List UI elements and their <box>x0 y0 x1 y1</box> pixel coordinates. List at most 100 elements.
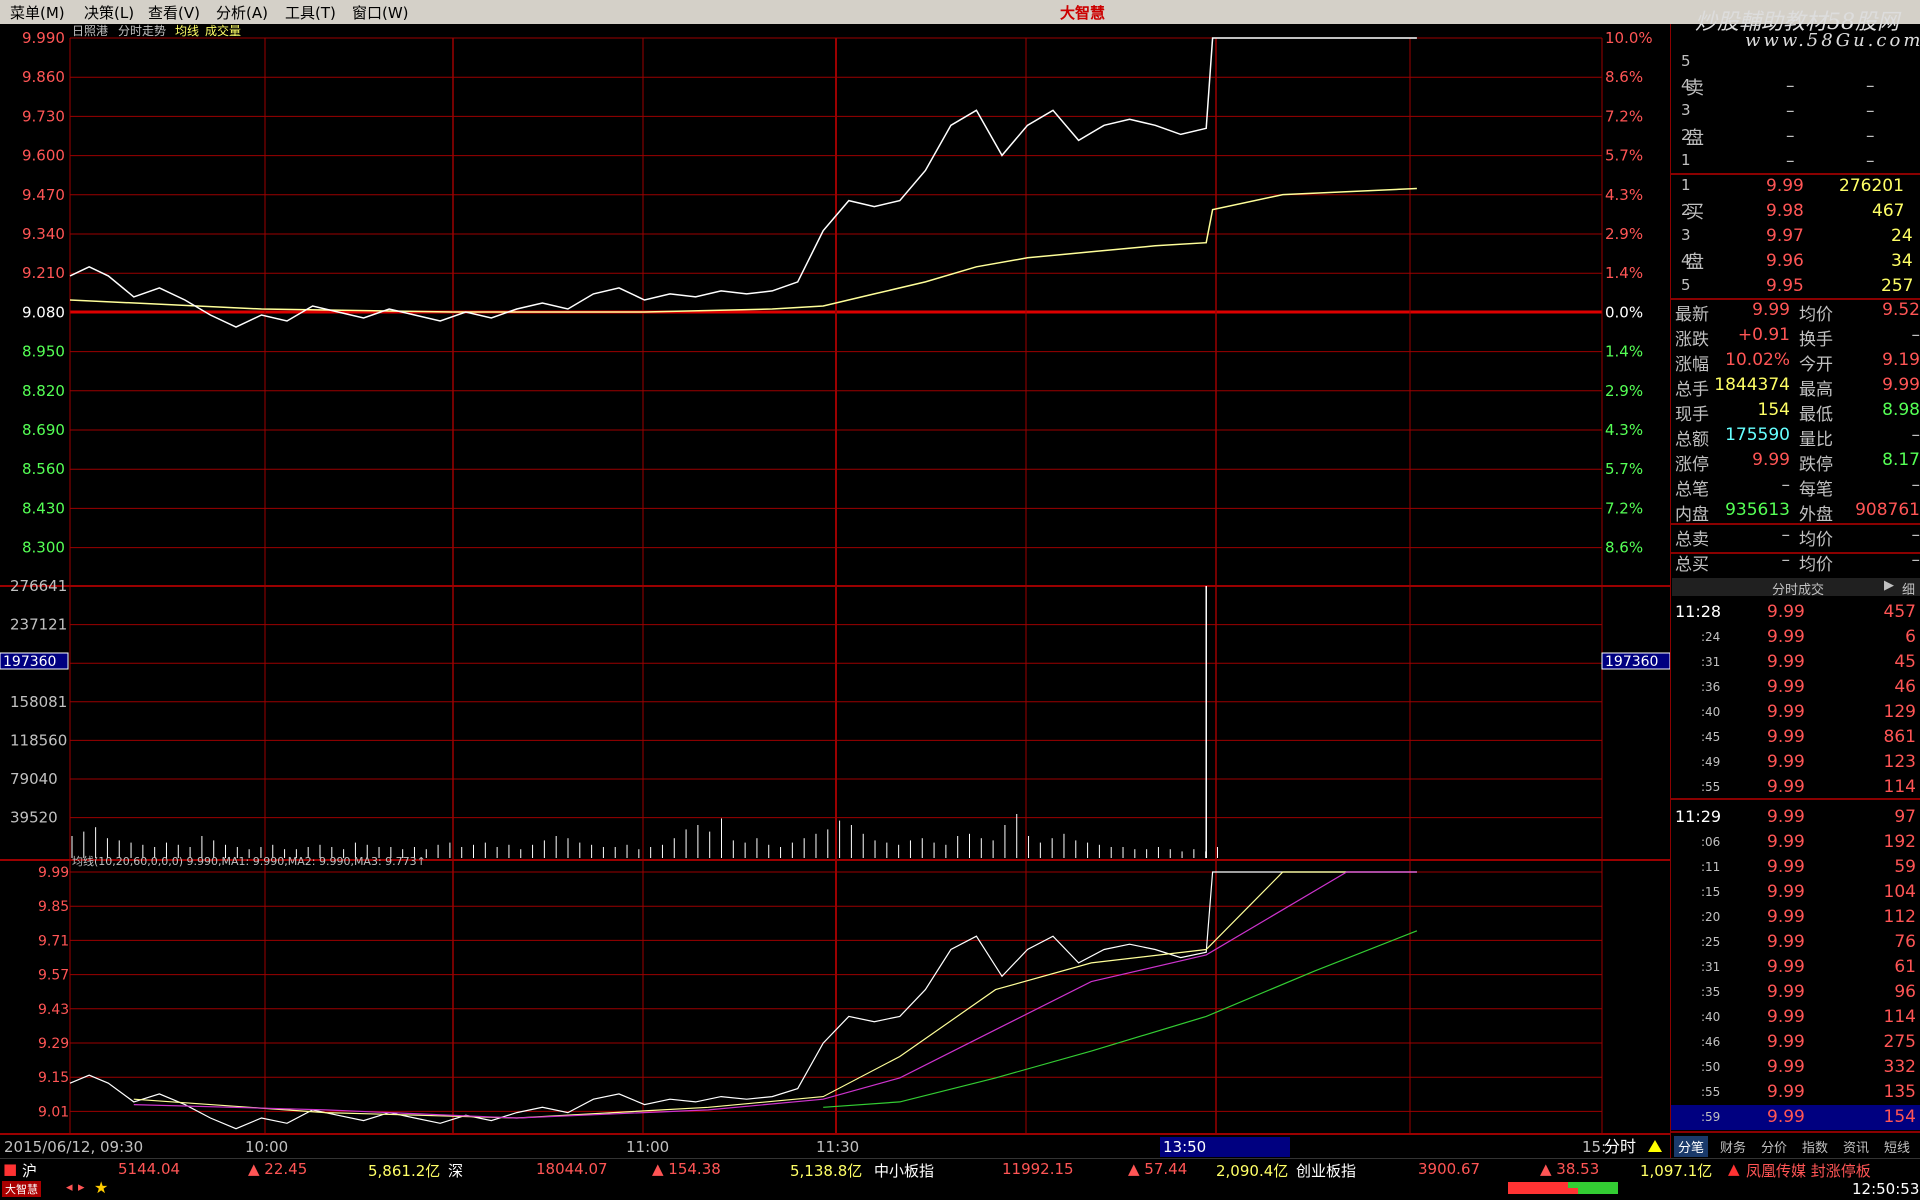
volume-axis-label: 158081 <box>10 693 67 711</box>
pct-axis-label: 7.2% <box>1605 499 1643 517</box>
quote-value: +0.91 <box>1737 325 1790 345</box>
status-logo[interactable]: 大智慧 <box>2 1181 41 1197</box>
tick-row[interactable]: :46 9.99 275 <box>1671 1030 1920 1055</box>
tick-volume: 76 <box>1894 932 1916 952</box>
sell-vol: – <box>1866 126 1875 146</box>
tick-price: 9.99 <box>1767 627 1805 647</box>
tick-row[interactable]: :15 9.99 104 <box>1671 880 1920 905</box>
price-axis-label: 9.600 <box>22 147 65 165</box>
tick-row[interactable]: :35 9.99 96 <box>1671 980 1920 1005</box>
quote-value: 9.99 <box>1752 300 1790 320</box>
menu-item-window[interactable]: 窗口(W) <box>352 2 409 23</box>
tick-row[interactable]: :50 9.99 332 <box>1671 1055 1920 1080</box>
tick-time: :50 <box>1701 1060 1721 1074</box>
price-axis-label: 9.340 <box>22 225 65 243</box>
menu-item-decision[interactable]: 决策(L) <box>84 2 134 23</box>
next-icon[interactable]: ▸ <box>78 1180 85 1195</box>
ma-legend: 均线(10,20,60,0,0,0) 9.990,MA1: 9.990,MA2:… <box>72 854 426 868</box>
sell-level: 4 <box>1681 76 1691 94</box>
buy-vol: 34 <box>1891 251 1913 271</box>
quote-key: 最低 <box>1799 405 1833 425</box>
time-axis-1000: 10:00 <box>245 1138 288 1156</box>
tab-fenbi[interactable]: 分笔 <box>1674 1136 1709 1157</box>
quote-row: 涨停 9.99 跌停 8.17 <box>1671 448 1920 475</box>
tick-row[interactable]: :40 9.99 129 <box>1671 700 1920 725</box>
tick-row[interactable]: :49 9.99 123 <box>1671 750 1920 775</box>
buy-level: 2 <box>1681 201 1691 219</box>
tick-row[interactable]: :40 9.99 114 <box>1671 1005 1920 1030</box>
buy-price: 9.97 <box>1766 226 1804 246</box>
tick-volume: 97 <box>1894 807 1916 827</box>
time-axis-date: 2015/06/12, 09:30 <box>4 1138 143 1156</box>
tick-row[interactable]: :24 9.99 6 <box>1671 625 1920 650</box>
tab-news[interactable]: 资讯 <box>1843 1137 1869 1156</box>
breadth-down-2 <box>1578 1188 1618 1194</box>
quote-row: 现手 154 最低 8.98 <box>1671 398 1920 425</box>
tick-row[interactable]: :36 9.99 46 <box>1671 675 1920 700</box>
sell-vol: – <box>1866 101 1875 121</box>
ma-axis-label: 9.43 <box>38 1002 69 1018</box>
ma-axis-label: 9.01 <box>38 1104 69 1120</box>
market-breadth-bar <box>1508 1182 1618 1194</box>
stock-name: 日照港 <box>72 24 108 38</box>
tick-price: 9.99 <box>1767 832 1805 852</box>
play-icon[interactable]: ▶ <box>1884 578 1894 593</box>
buy-level: 3 <box>1681 226 1691 244</box>
index-sz-value: 18044.07 <box>536 1160 608 1178</box>
tick-time: :15 <box>1701 885 1721 899</box>
menu-item-tools[interactable]: 工具(T) <box>285 2 336 23</box>
tick-row[interactable]: :45 9.99 861 <box>1671 725 1920 750</box>
tick-row[interactable]: :59 9.99 154 <box>1671 1105 1920 1130</box>
menu-item-analysis[interactable]: 分析(A) <box>216 2 268 23</box>
tick-row[interactable]: :55 9.99 114 <box>1671 775 1920 800</box>
time-axis-1100: 11:00 <box>626 1138 669 1156</box>
quote-value: – <box>1911 550 1920 570</box>
tick-price: 9.99 <box>1767 677 1805 697</box>
price-axis-label: 9.730 <box>22 107 65 125</box>
timeshare-mode-button[interactable]: 分时 <box>1604 1137 1636 1156</box>
buy-vol: 257 <box>1881 276 1914 296</box>
buy-row-1: 1 9.99 276201 <box>1671 174 1920 199</box>
tab-index[interactable]: 指数 <box>1802 1137 1828 1156</box>
detail-button[interactable]: 细 <box>1902 579 1915 598</box>
quote-key: 现手 <box>1675 405 1709 425</box>
index-cy-value: 3900.67 <box>1418 1160 1481 1178</box>
tab-shortline[interactable]: 短线 <box>1884 1137 1910 1156</box>
quote-value: 175590 <box>1725 425 1790 445</box>
clock: 12:50:53 <box>1852 1180 1920 1198</box>
volume-cursor-value: 197360 <box>3 654 56 670</box>
tick-row[interactable]: :31 9.99 61 <box>1671 955 1920 980</box>
tab-price-dist[interactable]: 分价 <box>1761 1137 1787 1156</box>
quote-value: 9.99 <box>1882 375 1920 395</box>
tick-row[interactable]: :06 9.99 192 <box>1671 830 1920 855</box>
tick-row[interactable]: :55 9.99 135 <box>1671 1080 1920 1105</box>
flag-icon[interactable]: ■ <box>3 1160 17 1178</box>
tick-price: 9.99 <box>1767 727 1805 747</box>
quote-key: 均价 <box>1799 530 1833 550</box>
tick-row[interactable]: :11 9.99 59 <box>1671 855 1920 880</box>
quote-key: 涨停 <box>1675 455 1709 475</box>
tick-row[interactable]: 11:29 9.99 97 <box>1671 805 1920 830</box>
tick-volume: 104 <box>1883 882 1916 902</box>
intraday-chart[interactable]: 日照港 分时走势 均线 成交量 9.990 9.860 9.730 9.600 9.47… <box>0 24 1670 1160</box>
quote-key: 均价 <box>1799 555 1833 575</box>
tab-finance[interactable]: 财务 <box>1720 1137 1746 1156</box>
tick-price: 9.99 <box>1767 1032 1805 1052</box>
menu-item-menu[interactable]: 菜单(M) <box>10 2 65 23</box>
tick-row[interactable]: :31 9.99 45 <box>1671 650 1920 675</box>
buy-row-5: 5 9.95 257 <box>1671 274 1920 299</box>
tick-row[interactable]: :25 9.99 76 <box>1671 930 1920 955</box>
prev-icon[interactable]: ◂ <box>66 1180 73 1195</box>
pct-axis-label: 1.4% <box>1605 264 1643 282</box>
tick-volume: 154 <box>1883 1107 1916 1127</box>
quote-key: 均价 <box>1799 305 1833 325</box>
tick-volume: 59 <box>1894 857 1916 877</box>
tick-row[interactable]: :20 9.99 112 <box>1671 905 1920 930</box>
star-icon[interactable]: ★ <box>94 1178 108 1197</box>
buy-price: 9.98 <box>1766 201 1804 221</box>
quote-key: 涨幅 <box>1675 355 1709 375</box>
tick-row[interactable]: 11:28 9.99 457 <box>1671 600 1920 625</box>
status-bar: 大智慧 ◂ ▸ ★ 12:50:53 <box>0 1178 1920 1200</box>
menu-item-view[interactable]: 查看(V) <box>148 2 200 23</box>
tick-volume: 61 <box>1894 957 1916 977</box>
